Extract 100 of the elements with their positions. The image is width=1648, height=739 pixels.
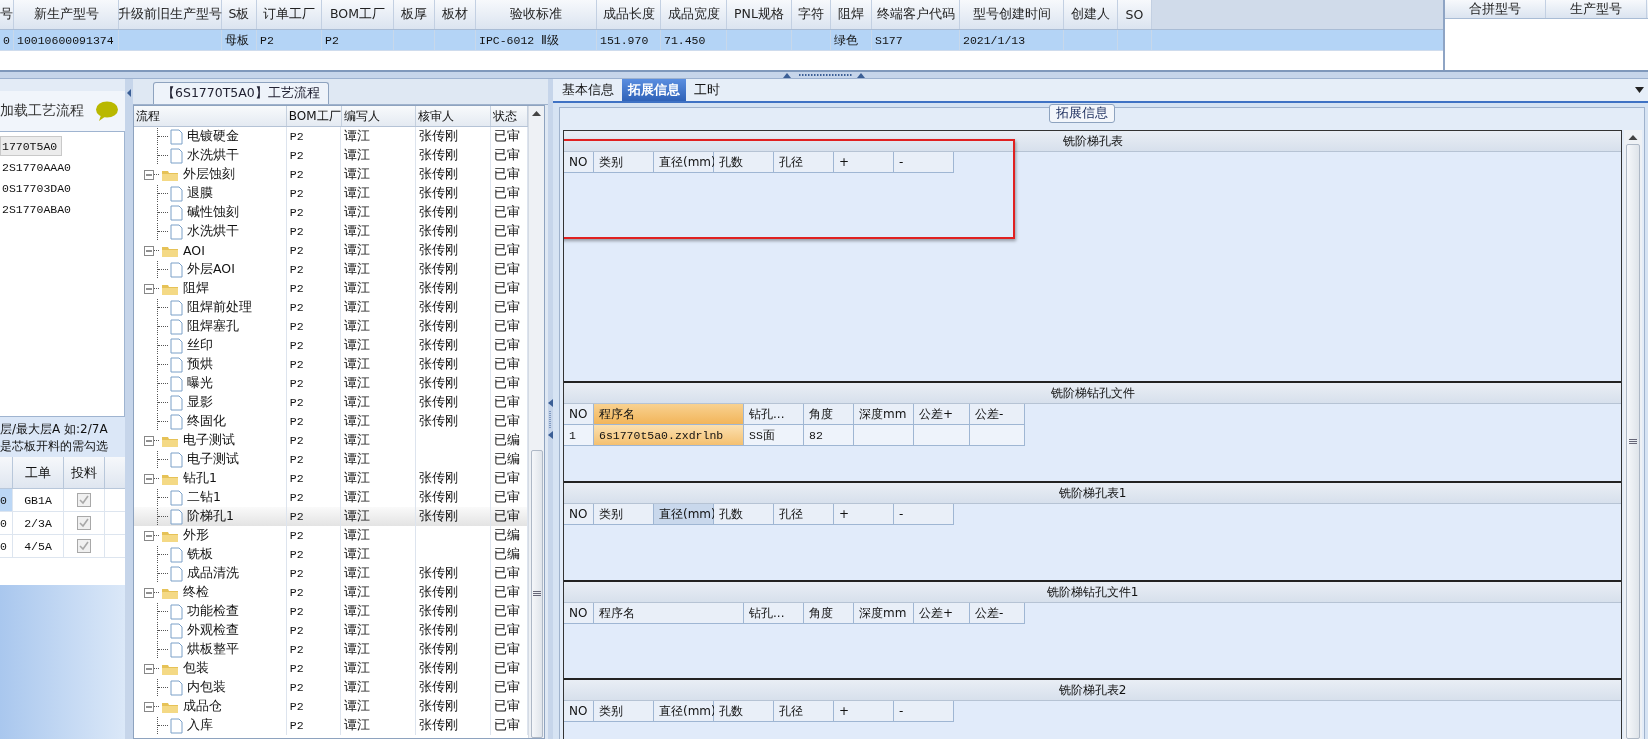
collapse-icon[interactable] bbox=[144, 435, 154, 446]
column-header[interactable]: 成品长度 bbox=[597, 0, 661, 29]
column-header[interactable]: 直径(mm) bbox=[654, 152, 714, 172]
scrollbar-thumb[interactable] bbox=[1626, 144, 1640, 739]
column-header[interactable]: 深度mm bbox=[854, 603, 914, 623]
column-header[interactable]: 程序名 bbox=[594, 404, 744, 424]
table-row[interactable]: 0 10010600091374 母板 P2 P2 IPC-6012 Ⅱ级 151.970 71.450 绿色 S177 2021/1/13 bbox=[0, 30, 1443, 51]
tree-item[interactable]: 水洗烘干 bbox=[187, 223, 239, 240]
tree-item[interactable]: 成品仓 bbox=[183, 698, 222, 715]
column-header[interactable]: 合拼型号 bbox=[1445, 0, 1546, 18]
column-header[interactable]: NO bbox=[564, 152, 594, 172]
tree-item[interactable]: 终检 bbox=[183, 584, 209, 601]
column-header[interactable]: + bbox=[834, 152, 894, 172]
column-header[interactable]: 型号创建时间 bbox=[960, 0, 1064, 29]
column-header[interactable]: 阻焊 bbox=[831, 0, 872, 29]
column-header[interactable]: 字符 bbox=[792, 0, 831, 29]
tree-item[interactable]: 二钻1 bbox=[187, 489, 221, 506]
column-header[interactable]: 成品宽度 bbox=[661, 0, 727, 29]
tree-item[interactable]: 显影 bbox=[187, 394, 213, 411]
column-header[interactable]: 类别 bbox=[594, 152, 654, 172]
speech-bubble-icon[interactable] bbox=[95, 101, 119, 121]
tab[interactable]: 基本信息 bbox=[556, 79, 620, 101]
collapse-icon[interactable] bbox=[144, 663, 154, 674]
column-header[interactable]: 类别 bbox=[594, 701, 654, 721]
column-header[interactable]: 公差+ bbox=[914, 603, 970, 623]
column-header[interactable]: 公差+ bbox=[914, 404, 970, 424]
collapse-icon[interactable] bbox=[144, 587, 154, 598]
column-header[interactable]: NO bbox=[564, 603, 594, 623]
list-item[interactable]: 2S1770ABA0 bbox=[0, 199, 76, 219]
column-header[interactable]: - bbox=[894, 701, 954, 721]
tree-item[interactable]: 碱性蚀刻 bbox=[187, 204, 239, 221]
column-header[interactable]: - bbox=[894, 504, 954, 524]
tab[interactable]: 拓展信息 bbox=[622, 79, 686, 101]
column-header[interactable]: 新生产型号 bbox=[14, 0, 119, 29]
tree-item[interactable]: 预烘 bbox=[187, 356, 213, 373]
list-item[interactable]: 2S1770AAA0 bbox=[0, 157, 76, 177]
column-header[interactable]: 孔数 bbox=[714, 152, 774, 172]
column-header[interactable]: 工单 bbox=[13, 457, 64, 488]
tree-item[interactable]: 包装 bbox=[183, 660, 209, 677]
scrollbar-thumb[interactable] bbox=[530, 450, 543, 738]
collapse-icon[interactable] bbox=[144, 473, 154, 484]
column-header[interactable]: 钻孔... bbox=[744, 404, 804, 424]
column-header[interactable]: 升级前旧生产型号 bbox=[119, 0, 222, 29]
column-header[interactable]: 板材 bbox=[435, 0, 476, 29]
column-header[interactable]: 钻孔... bbox=[744, 603, 804, 623]
splitter-handle-icon[interactable] bbox=[548, 399, 553, 439]
collapse-icon[interactable] bbox=[144, 701, 154, 712]
tree-item[interactable]: 阻焊前处理 bbox=[187, 299, 252, 316]
column-header[interactable]: 类别 bbox=[594, 504, 654, 524]
column-header[interactable]: + bbox=[834, 504, 894, 524]
list-item[interactable]: 0S17703DA0 bbox=[0, 178, 76, 198]
tree-item[interactable]: 电子测试 bbox=[183, 432, 235, 449]
tree-item[interactable]: 电镀硬金 bbox=[187, 128, 239, 145]
tree-item[interactable]: 终固化 bbox=[187, 413, 226, 430]
list-item[interactable]: 1770T5A0 bbox=[0, 136, 63, 156]
column-header[interactable]: 号 bbox=[0, 0, 14, 29]
tree-item[interactable]: 电子测试 bbox=[187, 451, 239, 468]
column-header[interactable]: S板 bbox=[222, 0, 257, 29]
tree-item[interactable]: 退膜 bbox=[187, 185, 213, 202]
column-header[interactable]: 孔数 bbox=[714, 504, 774, 524]
column-header[interactable]: 流程 bbox=[134, 106, 287, 126]
tree-item[interactable]: 阻焊塞孔 bbox=[187, 318, 239, 335]
collapse-arrow-icon[interactable] bbox=[126, 89, 132, 97]
tree-item[interactable]: 阻焊 bbox=[183, 280, 209, 297]
column-header[interactable]: 角度 bbox=[804, 603, 854, 623]
column-header[interactable]: 编写人 bbox=[341, 106, 416, 126]
column-header[interactable]: 订单工厂 bbox=[257, 0, 322, 29]
column-header[interactable]: 投料 bbox=[64, 457, 105, 488]
column-header[interactable]: 深度mm bbox=[854, 404, 914, 424]
column-header[interactable]: BOM工厂 bbox=[322, 0, 394, 29]
column-header[interactable]: 孔径 bbox=[774, 701, 834, 721]
column-header[interactable]: 板厚 bbox=[394, 0, 435, 29]
column-header[interactable]: NO bbox=[564, 404, 594, 424]
column-header[interactable]: PNL规格 bbox=[727, 0, 792, 29]
tree-item[interactable]: 丝印 bbox=[187, 337, 213, 354]
collapse-icon[interactable] bbox=[144, 283, 154, 294]
column-header[interactable]: 终端客户代码 bbox=[872, 0, 960, 29]
column-header[interactable]: 孔径 bbox=[774, 152, 834, 172]
column-header[interactable]: 公差- bbox=[970, 404, 1025, 424]
tree-item[interactable]: 外形 bbox=[183, 527, 209, 544]
tab[interactable]: 工时 bbox=[688, 79, 726, 101]
column-header[interactable]: 公差- bbox=[970, 603, 1025, 623]
collapse-icon[interactable] bbox=[144, 245, 154, 256]
tree-item[interactable]: 入库 bbox=[187, 717, 213, 734]
tree-item[interactable]: 外观检查 bbox=[187, 622, 239, 639]
column-header[interactable]: + bbox=[834, 701, 894, 721]
column-header[interactable]: 角度 bbox=[804, 404, 854, 424]
tree-item[interactable]: 水洗烘干 bbox=[187, 147, 239, 164]
collapse-icon[interactable] bbox=[144, 169, 154, 180]
tree-item[interactable]: 钻孔1 bbox=[183, 470, 217, 487]
tree-item[interactable]: AOI bbox=[183, 243, 205, 258]
tree-item[interactable]: 外层AOI bbox=[187, 261, 235, 278]
tree-item[interactable]: 功能检查 bbox=[187, 603, 239, 620]
column-header[interactable]: 程序名 bbox=[594, 603, 744, 623]
column-header[interactable]: - bbox=[894, 152, 954, 172]
column-header[interactable]: 直径(mm) bbox=[654, 504, 714, 524]
column-header[interactable]: 验收标准 bbox=[476, 0, 597, 29]
tree-item[interactable]: 成品清洗 bbox=[187, 565, 239, 582]
column-header[interactable]: NO bbox=[564, 701, 594, 721]
column-header[interactable]: NO bbox=[564, 504, 594, 524]
